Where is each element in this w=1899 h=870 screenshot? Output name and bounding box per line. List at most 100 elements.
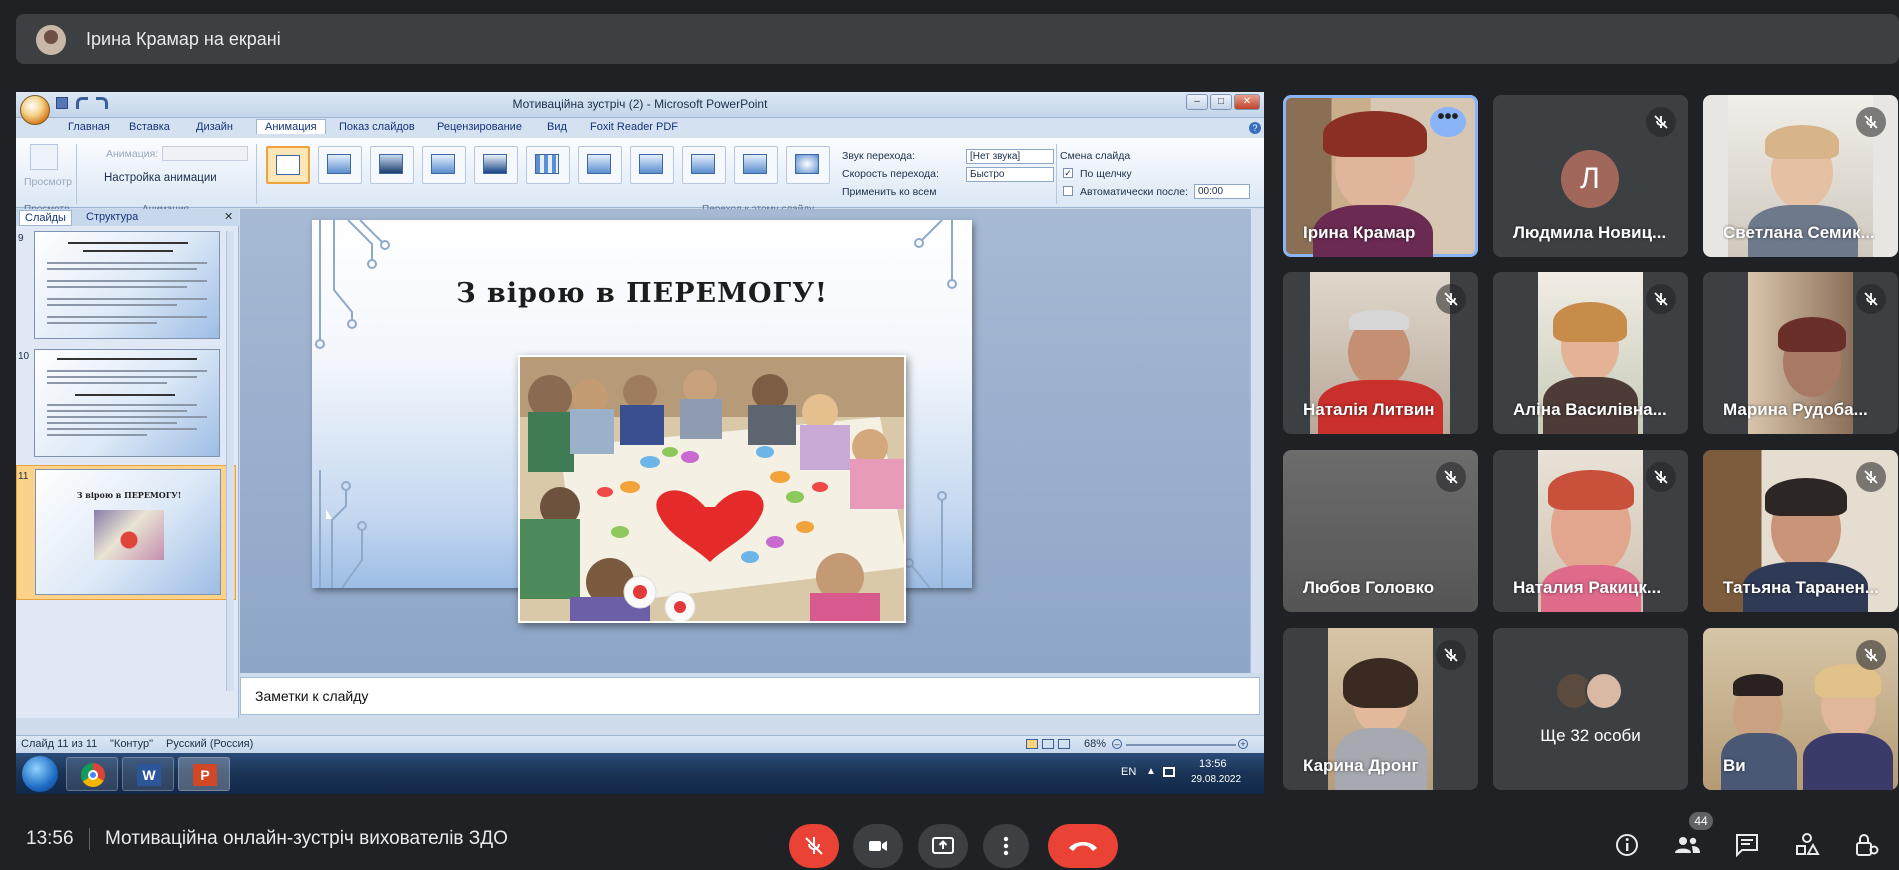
participant-tile[interactable]: ••• Ірина Крамар bbox=[1283, 95, 1478, 257]
transition-effect[interactable] bbox=[422, 146, 466, 184]
slide-thumbnail[interactable] bbox=[34, 231, 220, 339]
transition-effect[interactable] bbox=[526, 146, 570, 184]
transition-effect[interactable] bbox=[474, 146, 518, 184]
more-options-button[interactable] bbox=[983, 824, 1029, 868]
camera-toggle-button[interactable] bbox=[853, 824, 903, 868]
slide-photo[interactable] bbox=[518, 355, 906, 623]
more-participants-tile[interactable]: Ще 32 особи bbox=[1493, 628, 1688, 790]
office-button[interactable] bbox=[20, 95, 50, 125]
participant-tile[interactable]: Марина Рудоба... bbox=[1703, 272, 1898, 434]
close-panel-icon[interactable]: ✕ bbox=[224, 210, 233, 223]
preview-button-label[interactable]: Просмотр bbox=[24, 176, 72, 188]
participant-tile[interactable]: Ви bbox=[1703, 628, 1898, 790]
speed-select[interactable]: Быстро bbox=[966, 167, 1054, 182]
bottom-control-bar: 13:56 Мотиваційна онлайн-зустріч виховат… bbox=[0, 806, 1899, 870]
present-screen-button[interactable] bbox=[918, 824, 968, 868]
help-icon[interactable]: ? bbox=[1249, 122, 1261, 134]
participant-tile[interactable]: Аліна Василівна... bbox=[1493, 272, 1688, 434]
zoom-level: 68% bbox=[1084, 738, 1107, 750]
auto-after-checkbox[interactable] bbox=[1063, 186, 1073, 196]
people-icon[interactable] bbox=[1672, 832, 1702, 858]
host-controls-icon[interactable] bbox=[1853, 832, 1879, 858]
transition-effect[interactable] bbox=[370, 146, 414, 184]
slideshow-view-icon[interactable] bbox=[1058, 739, 1070, 749]
ppt-titlebar: Мотиваційна зустріч (2) - Microsoft Powe… bbox=[16, 92, 1264, 118]
participant-tile[interactable]: Л Людмила Новиц... bbox=[1493, 95, 1688, 257]
transition-effect[interactable] bbox=[318, 146, 362, 184]
taskbar-word[interactable]: W bbox=[122, 757, 174, 791]
tab-view[interactable]: Вид bbox=[547, 121, 567, 133]
slide-number: 10 bbox=[18, 351, 30, 362]
slide-title[interactable]: З вірою в ПЕРЕМОГУ! bbox=[312, 278, 972, 309]
people-count-badge: 44 bbox=[1689, 812, 1713, 830]
leave-call-button[interactable] bbox=[1048, 824, 1118, 868]
participant-avatar bbox=[1585, 672, 1623, 710]
participant-tile[interactable]: Наталия Ракицк... bbox=[1493, 450, 1688, 612]
preview-icon[interactable] bbox=[30, 144, 58, 170]
undo-icon[interactable] bbox=[76, 97, 88, 109]
slide-thumbnail-selected[interactable]: З вірою в ПЕРЕМОГУ! bbox=[35, 469, 221, 595]
taskbar-chrome[interactable] bbox=[66, 757, 118, 791]
meeting-details-icon[interactable] bbox=[1614, 832, 1640, 858]
tab-slideshow[interactable]: Показ слайдов bbox=[339, 121, 415, 133]
redo-icon[interactable] bbox=[96, 97, 108, 109]
tray-time[interactable]: 13:56 bbox=[1199, 758, 1227, 770]
current-slide[interactable]: З вірою в ПЕРЕМОГУ! bbox=[312, 220, 972, 623]
tab-outline[interactable]: Структура bbox=[86, 211, 138, 223]
start-button[interactable] bbox=[22, 756, 58, 792]
sound-select[interactable]: [Нет звука] bbox=[966, 149, 1054, 164]
transition-effect[interactable] bbox=[578, 146, 622, 184]
transition-effect[interactable] bbox=[630, 146, 674, 184]
mic-off-icon bbox=[1436, 462, 1466, 492]
tab-review[interactable]: Рецензирование bbox=[437, 121, 522, 133]
minimize-button[interactable]: – bbox=[1186, 94, 1208, 110]
apply-all-button[interactable]: Применить ко всем bbox=[842, 186, 936, 198]
tray-up-icon[interactable]: ▲ bbox=[1146, 766, 1156, 777]
slide-number: 9 bbox=[18, 233, 24, 244]
close-button[interactable]: ✕ bbox=[1234, 94, 1260, 110]
panel-scrollbar[interactable] bbox=[226, 231, 234, 691]
normal-view-icon[interactable] bbox=[1026, 739, 1038, 749]
tray-date[interactable]: 29.08.2022 bbox=[1191, 774, 1241, 785]
maximize-button[interactable]: □ bbox=[1210, 94, 1232, 110]
participant-name: Карина Дронг bbox=[1303, 756, 1419, 775]
animation-select[interactable] bbox=[162, 146, 248, 161]
save-icon[interactable] bbox=[56, 97, 68, 109]
auto-time-input[interactable]: 00:00 bbox=[1194, 184, 1250, 199]
transition-effect[interactable] bbox=[734, 146, 778, 184]
network-icon[interactable] bbox=[1163, 767, 1175, 777]
slide-thumbnail[interactable] bbox=[34, 349, 220, 457]
participant-tile[interactable]: Светлана Семик... bbox=[1703, 95, 1898, 257]
participant-tile[interactable]: Карина Дронг bbox=[1283, 628, 1478, 790]
notes-pane[interactable]: Заметки к слайду bbox=[240, 677, 1260, 715]
zoom-in-icon[interactable]: + bbox=[1238, 739, 1248, 749]
meeting-title[interactable]: Мотиваційна онлайн-зустріч вихователів З… bbox=[105, 828, 508, 850]
tray-language[interactable]: EN bbox=[1121, 766, 1136, 778]
tab-foxit[interactable]: Foxit Reader PDF bbox=[590, 121, 678, 133]
sorter-view-icon[interactable] bbox=[1042, 739, 1054, 749]
participant-tile[interactable]: Татьяна Таранен... bbox=[1703, 450, 1898, 612]
tab-animation[interactable]: Анимация bbox=[256, 119, 326, 134]
vertical-scrollbar[interactable] bbox=[1250, 209, 1264, 673]
mic-off-icon bbox=[1856, 462, 1886, 492]
more-options-icon[interactable]: ••• bbox=[1430, 107, 1466, 137]
mic-off-icon bbox=[1646, 284, 1676, 314]
tab-home[interactable]: Главная bbox=[68, 121, 110, 133]
tab-insert[interactable]: Вставка bbox=[129, 121, 170, 133]
chat-icon[interactable] bbox=[1734, 832, 1760, 858]
custom-animation-button[interactable]: Настройка анимации bbox=[104, 172, 217, 184]
on-click-checkbox[interactable]: ✓ bbox=[1063, 168, 1073, 178]
mic-off-icon bbox=[805, 837, 823, 855]
transition-effect[interactable] bbox=[682, 146, 726, 184]
transition-effect[interactable] bbox=[786, 146, 830, 184]
zoom-slider[interactable] bbox=[1126, 744, 1236, 746]
transition-none[interactable] bbox=[266, 146, 310, 184]
tab-design[interactable]: Дизайн bbox=[196, 121, 233, 133]
participant-tile[interactable]: Наталія Литвин bbox=[1283, 272, 1478, 434]
tab-slides[interactable]: Слайды bbox=[19, 210, 72, 226]
zoom-out-icon[interactable]: – bbox=[1112, 739, 1122, 749]
taskbar-powerpoint[interactable]: P bbox=[178, 757, 230, 791]
participant-tile[interactable]: Любов Головко bbox=[1283, 450, 1478, 612]
mic-toggle-button[interactable] bbox=[789, 824, 839, 868]
activities-icon[interactable] bbox=[1794, 832, 1820, 858]
